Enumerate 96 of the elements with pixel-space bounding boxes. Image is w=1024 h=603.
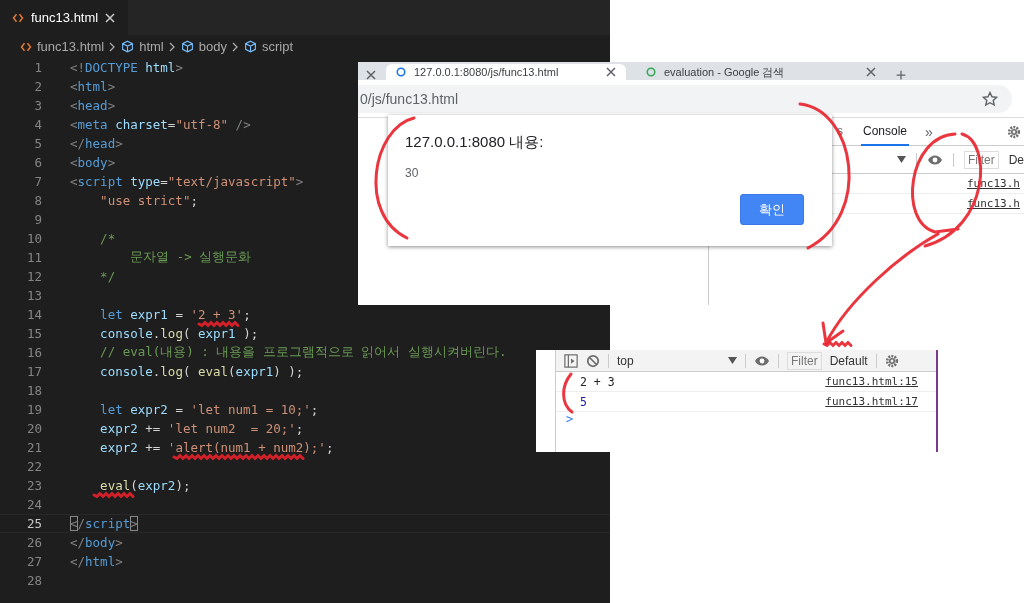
code-line: </head> (70, 136, 123, 151)
settings-icon (884, 353, 899, 368)
close-icon (606, 67, 616, 77)
settings-icon (1006, 124, 1021, 139)
console-output: 5 (580, 394, 587, 409)
line-number: 19 (25, 402, 42, 417)
underline-mark (92, 491, 135, 499)
star-icon (982, 90, 998, 107)
caret-icon (897, 156, 906, 163)
cube-icon (180, 40, 194, 53)
plus-icon (896, 70, 906, 80)
line-number: 4 (33, 117, 42, 132)
line-number: 5 (33, 136, 42, 151)
line-number: 24 (25, 497, 42, 512)
scribble-mark (822, 340, 853, 348)
line-number: 8 (33, 193, 42, 208)
line-number: 16 (25, 345, 42, 360)
code-line: <!DOCTYPE html> (70, 60, 183, 75)
sidebar-icon (564, 353, 578, 368)
breadcrumb-item[interactable]: func13.html (37, 39, 105, 54)
line-number: 11 (25, 250, 42, 265)
eye-icon (927, 153, 943, 166)
code-line: console.log( eval(expr1) ); (99, 364, 304, 379)
console-output: 2 + 3 (580, 374, 615, 389)
code-line: <html> (70, 79, 116, 94)
source-link[interactable]: func13.html:15 (825, 375, 918, 388)
breadcrumb-item[interactable]: script (261, 39, 294, 54)
cube-icon (121, 40, 135, 53)
code-line: eval(expr2); (99, 478, 191, 493)
line-number: 2 (33, 79, 42, 94)
ok-button[interactable]: 확인 (740, 194, 804, 225)
caret-icon (728, 357, 737, 364)
bracket-mark (562, 372, 574, 414)
line-number: 27 (25, 554, 42, 569)
line-number: 28 (25, 573, 42, 588)
eye-icon (754, 354, 770, 367)
line-number: 6 (33, 155, 42, 170)
underline-mark (197, 320, 240, 328)
line-number: 10 (25, 231, 42, 246)
code-line: 문자열 -> 실행문화 (129, 249, 252, 266)
line-number: 7 (33, 174, 42, 189)
editor-tab[interactable]: func13.html (0, 0, 128, 35)
code-line: expr2 += 'alert(num1 + num2);'; (99, 440, 334, 455)
breadcrumb-item[interactable]: html (139, 39, 164, 54)
filter-field[interactable]: Filter (787, 351, 822, 370)
line-number: 25 (25, 516, 42, 531)
line-number: 23 (25, 478, 42, 493)
line-number: 21 (25, 440, 42, 455)
code-line: </body> (70, 535, 123, 550)
line-number: 9 (33, 212, 42, 227)
line-number: 13 (25, 288, 42, 303)
levels-dropdown[interactable]: De (1008, 152, 1024, 167)
line-number: 26 (25, 535, 42, 550)
address-bar[interactable]: 0/js/func13.html (358, 84, 1012, 113)
code-line: </html> (70, 554, 123, 569)
dialog-message: 30 (405, 166, 420, 180)
code-line: let expr1 = '2 + 3'; (99, 307, 251, 322)
line-number: 20 (25, 421, 42, 436)
code-line: let expr2 = 'let num1 = 10;'; (99, 402, 319, 417)
breadcrumb-item[interactable]: body (198, 39, 227, 54)
code-line: <head> (70, 98, 116, 113)
context-dropdown[interactable]: top (617, 353, 737, 368)
code-line: "use strict"; (99, 193, 198, 208)
more-tabs-button[interactable]: » (925, 123, 933, 140)
chevron-icon (108, 40, 117, 53)
line-number: 22 (25, 459, 42, 474)
code-line: <script type="text/javascript"> (70, 174, 304, 189)
line-number: 18 (25, 383, 42, 398)
devtools-tab[interactable]: Console (861, 117, 909, 146)
line-number: 17 (25, 364, 42, 379)
levels-dropdown[interactable]: Default (829, 353, 868, 368)
line-number: 14 (25, 307, 42, 322)
close-icon (366, 70, 376, 80)
code-line: */ (99, 269, 116, 284)
code-line: expr2 += 'let num2 = 20;'; (99, 421, 304, 436)
line-number: 1 (33, 60, 42, 75)
browser-tab[interactable]: 127.0.0.1:8080/js/func13.html (386, 64, 626, 80)
console-prompt[interactable]: > (556, 412, 936, 426)
code-icon (20, 40, 32, 53)
line-number: 12 (25, 269, 42, 284)
code-line: <body> (70, 155, 116, 170)
line-number: 3 (33, 98, 42, 113)
source-link[interactable]: func13.html:17 (825, 395, 918, 408)
code-line: /* (99, 231, 116, 246)
close-icon (105, 12, 116, 23)
code-line: <meta charset="utf-8" /> (70, 117, 251, 132)
line-number: 15 (25, 326, 42, 341)
dialog-title: 127.0.0.1:8080 내용: (405, 133, 545, 152)
chevron-icon (230, 40, 239, 53)
close-icon (866, 67, 876, 77)
code-line: console.log( expr1 ); (99, 326, 259, 341)
code-line: // eval(내용) : 내용을 프로그램적으로 읽어서 실행시켜버린다. (99, 344, 507, 361)
code-icon (12, 11, 24, 24)
cube-icon (243, 40, 257, 53)
clear-icon (586, 353, 600, 368)
chevron-icon (167, 40, 176, 53)
